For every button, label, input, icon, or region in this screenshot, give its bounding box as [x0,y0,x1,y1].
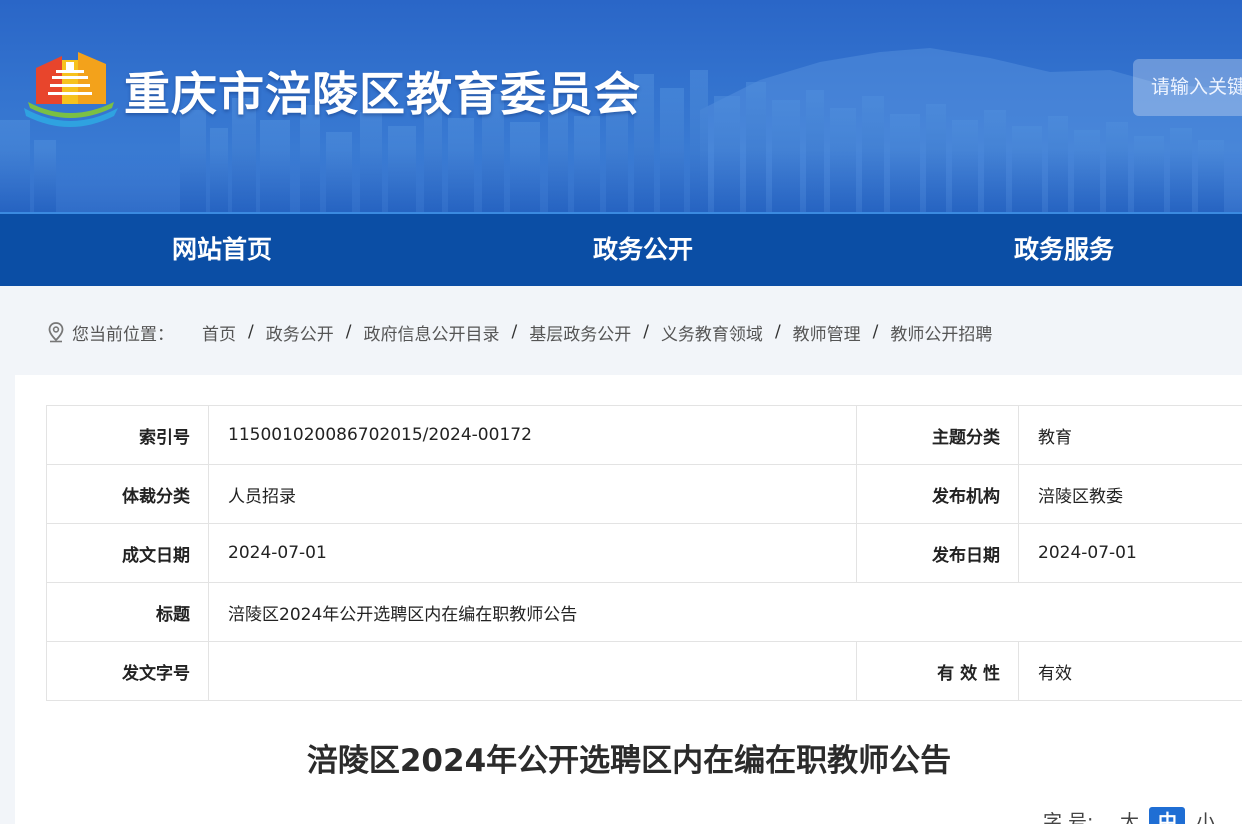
table-row: 标题 涪陵区2024年公开选聘区内在编在职教师公告 [46,582,1242,642]
document-metadata-table: 索引号 115001020086702015/2024-00172 主题分类 教… [46,405,1242,701]
index-no-label: 索引号 [46,405,209,465]
header-banner: 重庆市涪陵区教育委员会 [0,0,1242,212]
title-label: 标题 [46,582,209,642]
nav-item-home[interactable]: 网站首页 [172,214,272,286]
subject-value: 教育 [1018,405,1242,465]
validity-value: 有效 [1018,641,1242,701]
font-size-large-button[interactable]: 大 [1111,807,1147,824]
table-row: 索引号 115001020086702015/2024-00172 主题分类 教… [46,405,1242,465]
table-row: 发文字号 有 效 性 有效 [46,641,1242,701]
subject-label: 主题分类 [856,405,1019,465]
table-row: 体裁分类 人员招录 发布机构 涪陵区教委 [46,464,1242,524]
breadcrumb-separator: / [345,322,352,342]
table-row: 成文日期 2024-07-01 发布日期 2024-07-01 [46,523,1242,583]
publish-date-label: 发布日期 [856,523,1019,583]
nav-item-gov-affairs-open[interactable]: 政务公开 [593,214,693,286]
publish-date-value: 2024-07-01 [1018,523,1242,583]
genre-label: 体裁分类 [46,464,209,524]
validity-label: 有 效 性 [856,641,1019,701]
content-panel: 索引号 115001020086702015/2024-00172 主题分类 教… [15,375,1242,824]
main-nav: 网站首页 政务公开 政务服务 [0,212,1242,286]
genre-value: 人员招录 [208,464,857,524]
search-input[interactable] [1133,59,1242,116]
breadcrumb-item-compulsory-education[interactable]: 义务教育领域 [661,320,763,345]
article-title: 涪陵区2024年公开选聘区内在编在职教师公告 [306,743,952,779]
location-pin-icon [48,322,64,343]
breadcrumb-item-grassroots[interactable]: 基层政务公开 [529,320,631,345]
title-value: 涪陵区2024年公开选聘区内在编在职教师公告 [208,582,1242,642]
breadcrumb-item-gov-affairs[interactable]: 政务公开 [266,320,334,345]
breadcrumb-separator: / [643,322,649,342]
font-size-label: 字 号: [1043,811,1094,824]
font-size-small-button[interactable]: 小 [1187,807,1223,824]
doc-no-label: 发文字号 [46,641,209,701]
breadcrumb-item-info-directory[interactable]: 政府信息公开目录 [363,320,499,345]
index-no-value: 115001020086702015/2024-00172 [208,405,857,465]
breadcrumb-label: 您当前位置： [72,324,174,345]
font-size-medium-button[interactable]: 中 [1149,807,1186,824]
publisher-value: 涪陵区教委 [1018,464,1242,524]
site-title[interactable]: 重庆市涪陵区教育委员会 [124,58,641,124]
government-emblem-logo [24,52,118,127]
breadcrumb-separator: / [872,322,879,342]
breadcrumb-item-home[interactable]: 首页 [202,320,236,345]
doc-no-value [208,641,857,701]
breadcrumb-separator: / [774,322,781,342]
breadcrumb-separator: / [248,322,254,342]
written-date-value: 2024-07-01 [208,523,857,583]
breadcrumb-item-teacher-management[interactable]: 教师管理 [793,320,861,345]
written-date-label: 成文日期 [46,523,209,583]
font-size-switcher: 字 号: 大 中 小 [1043,807,1225,824]
breadcrumb-separator: / [511,322,518,342]
breadcrumb: 您当前位置： 首页 / 政务公开 / 政府信息公开目录 / 基层政务公开 / 义… [0,286,1242,374]
publisher-label: 发布机构 [856,464,1019,524]
nav-item-gov-services[interactable]: 政务服务 [1014,214,1114,286]
breadcrumb-item-teacher-recruitment[interactable]: 教师公开招聘 [890,320,992,345]
